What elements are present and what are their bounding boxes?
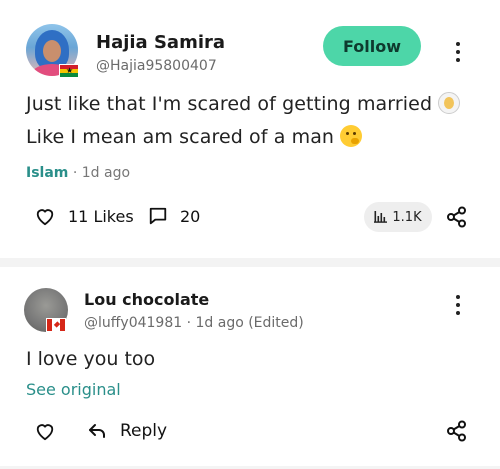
- thinking-face-emoji: [340, 125, 363, 147]
- share-icon: [447, 420, 466, 442]
- topic-tag[interactable]: Islam: [26, 165, 68, 181]
- share-icon: [447, 206, 466, 228]
- comments-count: 20: [180, 206, 201, 226]
- reply-button[interactable]: Reply: [88, 421, 167, 441]
- section-divider: [0, 258, 500, 267]
- comments-button[interactable]: 20: [148, 206, 200, 226]
- follow-button[interactable]: Follow: [323, 26, 421, 66]
- comment-text: I love you too: [26, 348, 156, 370]
- comment-more-options-icon[interactable]: [452, 293, 464, 317]
- heart-icon: [36, 424, 54, 441]
- author-avatar[interactable]: ★: [26, 24, 82, 80]
- comment-icon: [149, 207, 167, 225]
- bride-with-veil-emoji: [438, 92, 461, 114]
- post-time: · 1d ago: [68, 165, 131, 181]
- reply-label: Reply: [120, 421, 168, 441]
- comment-time: · 1d ago (Edited): [182, 315, 304, 331]
- post-text-1: Just like that I'm scared of getting mar…: [26, 93, 433, 115]
- author-handle[interactable]: @Hajia95800407: [96, 58, 217, 74]
- post-text-2: Like I mean am scared of a man: [26, 126, 335, 148]
- commenter-avatar[interactable]: [24, 288, 74, 338]
- share-button[interactable]: [446, 206, 468, 232]
- post-meta: Islam · 1d ago: [26, 165, 130, 181]
- more-options-icon[interactable]: [452, 40, 464, 64]
- commenter-name[interactable]: Lou chocolate: [84, 290, 209, 309]
- views-count: 1.1K: [392, 209, 422, 225]
- likes-count: 11 Likes: [68, 206, 134, 226]
- reply-arrow-icon: [89, 424, 105, 438]
- heart-icon: [36, 209, 54, 226]
- see-original-link[interactable]: See original: [26, 380, 121, 399]
- canada-flag-icon: [46, 318, 66, 332]
- views-badge[interactable]: 1.1K: [364, 202, 432, 232]
- comment-share-button[interactable]: [446, 420, 468, 446]
- bar-chart-icon: [374, 211, 388, 223]
- commenter-meta: @luffy041981 · 1d ago (Edited): [84, 315, 304, 331]
- comment-like-button[interactable]: [34, 421, 68, 441]
- like-button[interactable]: 11 Likes: [34, 206, 134, 226]
- author-name[interactable]: Hajia Samira: [96, 32, 225, 53]
- post-text-line-1: Just like that I'm scared of getting mar…: [26, 92, 461, 115]
- ghana-flag-icon: ★: [59, 64, 79, 78]
- commenter-handle[interactable]: @luffy041981: [84, 315, 182, 331]
- post-text-line-2: Like I mean am scared of a man: [26, 125, 363, 148]
